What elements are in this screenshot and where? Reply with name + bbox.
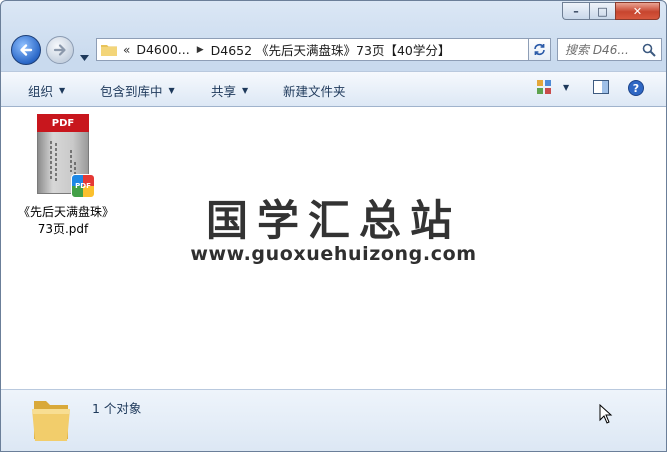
maximize-button[interactable]: □ bbox=[589, 2, 615, 20]
folder-icon bbox=[32, 401, 70, 441]
pdf-thumbnail: PDF PDF bbox=[37, 114, 95, 198]
chevron-down-icon bbox=[80, 55, 89, 61]
address-bar[interactable]: « D4600... ▶ D4652 《先后天满盘珠》73页【40学分】 bbox=[96, 38, 550, 61]
breadcrumb-overflow[interactable]: « bbox=[123, 43, 130, 57]
search-icon[interactable] bbox=[642, 43, 656, 57]
minimize-button[interactable]: – bbox=[562, 2, 589, 20]
include-in-library-label: 包含到库中 bbox=[100, 84, 163, 99]
search-box[interactable]: 搜索 D46... bbox=[557, 38, 662, 61]
arrow-right-icon bbox=[53, 44, 66, 56]
watermark-title: 国学汇总站 bbox=[205, 196, 461, 245]
organize-label: 组织 bbox=[28, 84, 54, 99]
breadcrumb-segment-current[interactable]: D4652 《先后天满盘珠》73页【40学分】 bbox=[211, 40, 451, 59]
details-pane: 1 个对象 bbox=[1, 389, 666, 451]
view-icon bbox=[537, 80, 551, 94]
arrow-left-icon bbox=[20, 44, 33, 56]
preview-pane-button[interactable] bbox=[593, 80, 609, 94]
refresh-button[interactable] bbox=[528, 38, 551, 61]
breadcrumb: « D4600... ▶ D4652 《先后天满盘珠》73页【40学分】 bbox=[123, 40, 450, 59]
help-button[interactable]: ? bbox=[628, 80, 644, 96]
minimize-icon: – bbox=[573, 4, 579, 18]
back-button[interactable] bbox=[11, 35, 41, 65]
share-menu[interactable]: 共享 ▼ bbox=[211, 81, 248, 100]
watermark-url: www.guoxuehuizong.com bbox=[190, 243, 477, 265]
help-icon: ? bbox=[628, 80, 644, 96]
maximize-icon: □ bbox=[597, 4, 608, 18]
chevron-down-icon[interactable]: ▼ bbox=[563, 83, 569, 92]
navigation-bar: « D4600... ▶ D4652 《先后天满盘珠》73页【40学分】 搜索 … bbox=[1, 34, 666, 66]
new-folder-label: 新建文件夹 bbox=[283, 84, 346, 99]
share-label: 共享 bbox=[211, 84, 237, 99]
new-folder-button[interactable]: 新建文件夹 bbox=[283, 81, 346, 100]
item-count: 1 个对象 bbox=[92, 401, 142, 416]
caption-buttons: – □ ✕ bbox=[562, 2, 660, 20]
mouse-cursor-icon bbox=[599, 404, 613, 424]
folder-icon bbox=[101, 45, 117, 56]
pdf-label: PDF bbox=[37, 114, 89, 132]
file-list[interactable]: PDF PDF 《先后天满盘珠》73页.pdf 国学汇总站 www.guoxue… bbox=[1, 107, 666, 389]
recent-pages-dropdown[interactable] bbox=[80, 46, 89, 65]
chevron-down-icon: ▼ bbox=[168, 86, 175, 95]
breadcrumb-separator-icon[interactable]: ▶ bbox=[197, 45, 204, 55]
close-icon: ✕ bbox=[632, 4, 643, 18]
chevron-down-icon: ▼ bbox=[59, 86, 66, 95]
breadcrumb-segment[interactable]: D4600... bbox=[136, 42, 189, 57]
forward-button[interactable] bbox=[46, 36, 74, 64]
close-button[interactable]: ✕ bbox=[615, 2, 660, 20]
preview-pane-icon bbox=[593, 80, 609, 94]
svg-text:?: ? bbox=[633, 82, 639, 95]
explorer-window: – □ ✕ « D4600... ▶ D4652 《先后天满盘珠》73页【40学… bbox=[0, 0, 667, 452]
chevron-down-icon: ▼ bbox=[242, 86, 249, 95]
refresh-icon bbox=[534, 43, 545, 56]
command-bar: 组织 ▼ 包含到库中 ▼ 共享 ▼ 新建文件夹 ▼ ? bbox=[1, 71, 666, 107]
view-options-button[interactable]: ▼ bbox=[537, 80, 569, 94]
organize-menu[interactable]: 组织 ▼ bbox=[28, 81, 65, 100]
search-input[interactable]: 搜索 D46... bbox=[565, 41, 641, 58]
include-in-library-menu[interactable]: 包含到库中 ▼ bbox=[100, 81, 175, 100]
